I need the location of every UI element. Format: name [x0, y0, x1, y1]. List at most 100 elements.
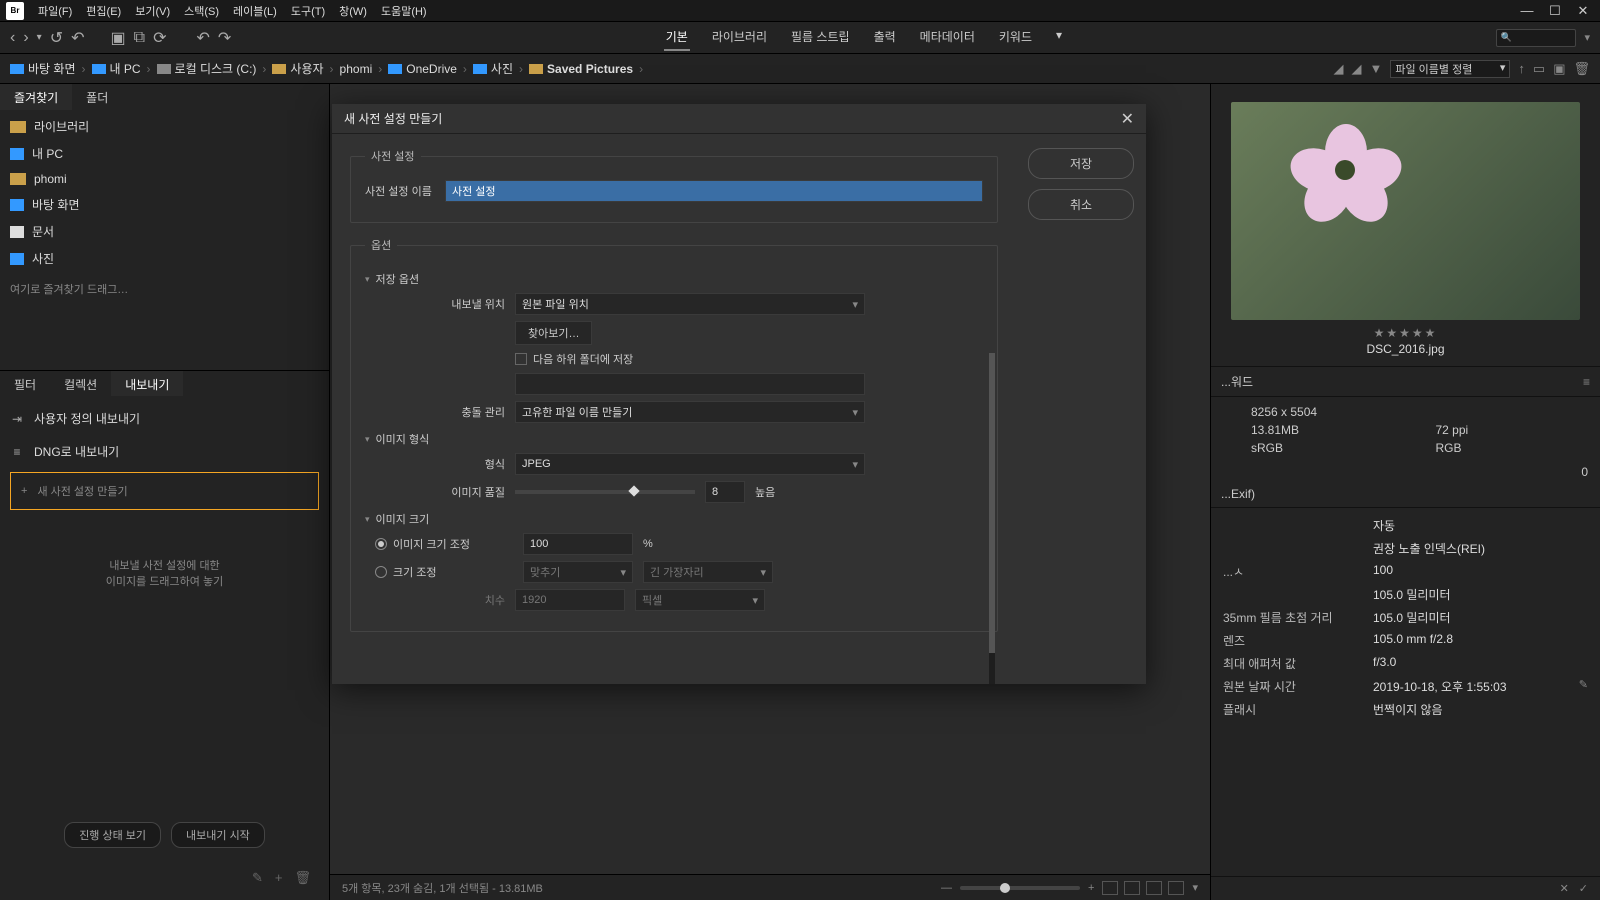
browse-button[interactable]: 찾아보기… [515, 321, 592, 345]
crumb-pictures[interactable]: 사진 [491, 60, 513, 77]
view-grid2-icon[interactable] [1124, 881, 1140, 895]
view-list-icon[interactable] [1146, 881, 1162, 895]
menu-help[interactable]: 도움말(H) [381, 3, 427, 19]
scale-input[interactable] [523, 533, 633, 555]
tab-more-icon[interactable]: ▾ [1054, 24, 1064, 51]
maximize-icon[interactable]: ☐ [1544, 2, 1566, 20]
menu-window[interactable]: 창(W) [339, 3, 367, 19]
row-new-preset[interactable]: +새 사전 설정 만들기 [10, 472, 319, 510]
panel-keywords-header[interactable]: ...워드 [1221, 373, 1253, 390]
tab-collection[interactable]: 컬렉션 [50, 371, 111, 396]
boomerang-icon[interactable]: ↶ [71, 28, 84, 48]
menu-view[interactable]: 보기(V) [135, 3, 170, 19]
rating-stars[interactable]: ★★★★★ [1231, 326, 1580, 340]
menu-tools[interactable]: 도구(T) [291, 3, 325, 19]
chevron-down-icon[interactable]: ▾ [37, 32, 42, 43]
signal-icon[interactable]: ◢ [1334, 61, 1344, 77]
forward-icon[interactable]: › [23, 29, 28, 47]
tab-favorites[interactable]: 즐겨찾기 [0, 84, 72, 110]
view-grid-icon[interactable] [1102, 881, 1118, 895]
radio-scale[interactable] [375, 538, 387, 550]
section-image-size[interactable]: 이미지 크기 [365, 511, 983, 527]
redo-icon[interactable]: ↷ [218, 28, 231, 48]
menu-stack[interactable]: 스택(S) [184, 3, 219, 19]
tab-filmstrip[interactable]: 필름 스트립 [789, 24, 852, 51]
sort-asc-icon[interactable]: ↑ [1518, 61, 1525, 76]
crumb-phomi[interactable]: phomi [340, 62, 373, 76]
tag-icon[interactable]: ▭ [1533, 61, 1545, 77]
tab-essentials[interactable]: 기본 [664, 24, 690, 51]
cancel-button[interactable]: 취소 [1028, 189, 1134, 220]
zoom-in-icon[interactable]: + [1088, 882, 1094, 894]
confirm-icon[interactable]: ✓ [1579, 882, 1588, 895]
row-dng-export[interactable]: ≡DNG로 내보내기 [10, 439, 319, 464]
preset-name-input[interactable] [445, 180, 983, 202]
select-format[interactable]: JPEG [515, 453, 865, 475]
chk-subfolder[interactable]: 다음 하위 폴더에 저장 [515, 351, 633, 367]
btn-start-export[interactable]: 내보내기 시작 [171, 822, 265, 848]
subfolder-input[interactable] [515, 373, 865, 395]
tab-export[interactable]: 내보내기 [111, 371, 183, 396]
sort-dropdown[interactable]: 파일 이름별 정렬 [1390, 60, 1510, 78]
zoom-slider[interactable] [960, 886, 1080, 890]
crumb-pc[interactable]: 내 PC [110, 60, 141, 77]
signal2-icon[interactable]: ◢ [1352, 61, 1362, 77]
trash-icon[interactable]: 🗑 [294, 870, 311, 886]
quality-slider[interactable] [515, 490, 695, 494]
fav-phomi[interactable]: phomi [10, 170, 319, 188]
menu-edit[interactable]: 편집(E) [86, 3, 121, 19]
exif-section[interactable]: ...Exif) [1221, 487, 1255, 501]
select-edge[interactable]: 긴 가장자리 [643, 561, 773, 583]
tab-library[interactable]: 라이브러리 [710, 24, 769, 51]
dialog-close-icon[interactable]: ✕ [1121, 109, 1134, 129]
search-chevron-icon[interactable]: ▾ [1584, 31, 1590, 44]
trash-icon[interactable]: 🗑 [1573, 61, 1590, 77]
pencil-icon[interactable]: ✎ [252, 870, 263, 886]
tab-metadata[interactable]: 메타데이터 [918, 24, 977, 51]
fav-documents[interactable]: 문서 [10, 221, 319, 242]
menu-label[interactable]: 레이블(L) [233, 3, 277, 19]
quality-input[interactable] [705, 481, 745, 503]
zoom-out-icon[interactable]: — [941, 882, 952, 894]
search-input[interactable] [1496, 29, 1576, 47]
plus-icon[interactable]: + [275, 870, 283, 886]
fav-pc[interactable]: 내 PC [10, 143, 319, 164]
fav-desktop[interactable]: 바탕 화면 [10, 194, 319, 215]
btn-progress[interactable]: 진행 상태 보기 [64, 822, 161, 848]
folders-icon[interactable]: ⧉ [134, 29, 145, 47]
cancel-icon[interactable]: ✕ [1560, 882, 1569, 895]
tab-filter[interactable]: 필터 [0, 371, 50, 396]
tab-output[interactable]: 출력 [872, 24, 898, 51]
view-more-icon[interactable]: ▾ [1192, 881, 1198, 894]
crumb-onedrive[interactable]: OneDrive [406, 62, 457, 76]
new-folder-icon[interactable]: ▣ [1553, 61, 1565, 77]
crumb-savedpics[interactable]: Saved Pictures [547, 62, 633, 76]
tab-keywords[interactable]: 키워드 [997, 24, 1034, 51]
pencil-icon[interactable]: ✎ [1579, 678, 1588, 695]
hamburger-icon[interactable]: ≡ [1583, 375, 1590, 389]
menu-file[interactable]: 파일(F) [38, 3, 72, 19]
select-unit[interactable]: 픽셀 [635, 589, 765, 611]
select-export-location[interactable]: 원본 파일 위치 [515, 293, 865, 315]
fav-library[interactable]: 라이브러리 [10, 116, 319, 137]
fav-pictures[interactable]: 사진 [10, 248, 319, 269]
row-custom-export[interactable]: ⇥사용자 정의 내보내기 [10, 406, 319, 431]
crumb-desktop[interactable]: 바탕 화면 [28, 60, 76, 77]
radio-resize[interactable] [375, 566, 387, 578]
dimension-input[interactable] [515, 589, 625, 611]
save-button[interactable]: 저장 [1028, 148, 1134, 179]
refresh-icon[interactable]: ⟳ [153, 28, 166, 48]
crumb-drive[interactable]: 로컬 디스크 (C:) [175, 60, 257, 77]
section-save-options[interactable]: 저장 옵션 [365, 271, 983, 287]
select-conflict[interactable]: 고유한 파일 이름 만들기 [515, 401, 865, 423]
select-fit[interactable]: 맞추기 [523, 561, 633, 583]
scrollbar-thumb[interactable] [989, 353, 995, 653]
section-image-format[interactable]: 이미지 형식 [365, 431, 983, 447]
minimize-icon[interactable]: — [1516, 2, 1538, 20]
filter-icon[interactable]: ▼ [1370, 61, 1383, 76]
tab-folders[interactable]: 폴더 [72, 84, 122, 110]
view-list2-icon[interactable] [1168, 881, 1184, 895]
crumb-users[interactable]: 사용자 [290, 60, 323, 77]
undo-icon[interactable]: ↶ [196, 28, 209, 48]
back-icon[interactable]: ‹ [10, 29, 15, 47]
